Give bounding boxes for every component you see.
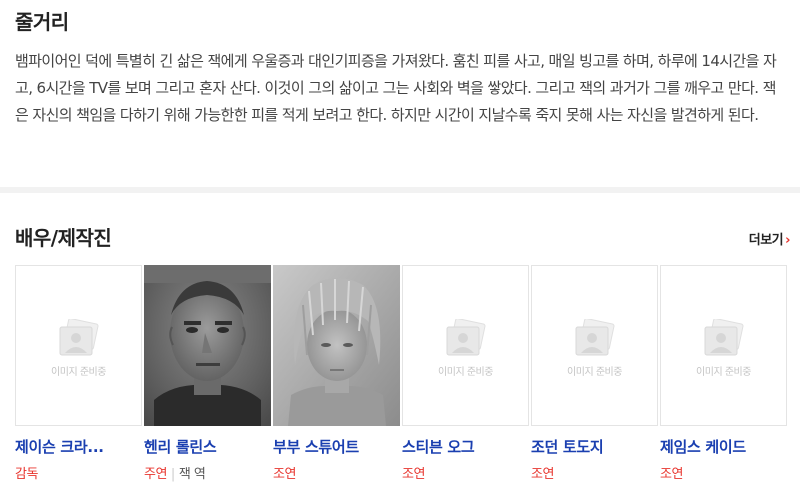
placeholder-text: 이미지 준비중 bbox=[438, 367, 493, 378]
cast-name[interactable]: 헨리 롤린스 bbox=[144, 436, 271, 457]
image-placeholder-icon bbox=[575, 319, 615, 356]
synopsis-section: 줄거리 뱀파이어인 덕에 특별히 긴 삶은 잭에게 우울증과 대인기피증을 가져… bbox=[0, 0, 800, 185]
cast-role: 조연 bbox=[660, 467, 683, 482]
cast-photo-placeholder[interactable]: 이미지 준비중 bbox=[660, 265, 787, 426]
cast-role-line: 조연 bbox=[660, 463, 787, 482]
more-button[interactable]: 더보기 › bbox=[748, 229, 791, 248]
cast-card[interactable]: 이미지 준비중 제이슨 크라... 감독 bbox=[15, 265, 142, 482]
cast-name[interactable]: 스티븐 오그 bbox=[402, 436, 529, 457]
synopsis-text: 뱀파이어인 덕에 특별히 긴 삶은 잭에게 우울증과 대인기피증을 가져왔다. … bbox=[15, 52, 777, 124]
cast-card[interactable]: 이미지 준비중 제임스 케이드 조연 bbox=[660, 265, 787, 482]
cast-list: 이미지 준비중 제이슨 크라... 감독 헨리 롤린스 주연 | 잭 역 부부 … bbox=[15, 265, 795, 490]
chevron-right-icon: › bbox=[785, 233, 790, 248]
cast-name[interactable]: 부부 스튜어트 bbox=[273, 436, 400, 457]
cast-role-line: 조연 bbox=[531, 463, 658, 482]
cast-role-line: 조연 bbox=[402, 463, 529, 482]
placeholder-text: 이미지 준비중 bbox=[567, 367, 622, 378]
cast-role: 조연 bbox=[402, 467, 425, 482]
image-placeholder-icon bbox=[59, 319, 99, 356]
cast-role: 주연 bbox=[144, 467, 167, 482]
cast-title: 배우/제작진 bbox=[15, 226, 112, 250]
cast-role: 감독 bbox=[15, 467, 38, 482]
role-separator: | bbox=[170, 467, 175, 482]
image-placeholder-icon bbox=[446, 319, 486, 356]
cast-name[interactable]: 제이슨 크라... bbox=[15, 436, 142, 457]
cast-card[interactable]: 이미지 준비중 조던 토도지 조연 bbox=[531, 265, 658, 482]
cast-role: 조연 bbox=[273, 467, 296, 482]
cast-photo-placeholder[interactable]: 이미지 준비중 bbox=[402, 265, 529, 426]
portrait-child-image bbox=[273, 265, 400, 426]
more-label: 더보기 bbox=[748, 233, 784, 248]
cast-role: 조연 bbox=[531, 467, 554, 482]
cast-card[interactable]: 부부 스튜어트 조연 bbox=[273, 265, 400, 482]
placeholder-text: 이미지 준비중 bbox=[51, 367, 106, 378]
cast-card[interactable]: 이미지 준비중 스티븐 오그 조연 bbox=[402, 265, 529, 482]
placeholder-text: 이미지 준비중 bbox=[696, 367, 751, 378]
cast-role-line: 조연 bbox=[273, 463, 400, 482]
cast-photo-placeholder[interactable]: 이미지 준비중 bbox=[531, 265, 658, 426]
synopsis-title: 줄거리 bbox=[15, 10, 69, 34]
cast-role-line: 감독 bbox=[15, 463, 142, 482]
image-placeholder-icon bbox=[704, 319, 744, 356]
cast-photo[interactable] bbox=[144, 265, 271, 426]
cast-photo[interactable] bbox=[273, 265, 400, 426]
cast-character: 잭 역 bbox=[178, 467, 206, 482]
cast-photo-placeholder[interactable]: 이미지 준비중 bbox=[15, 265, 142, 426]
cast-card[interactable]: 헨리 롤린스 주연 | 잭 역 bbox=[144, 265, 271, 482]
portrait-man-image bbox=[144, 265, 271, 426]
cast-name[interactable]: 조던 토도지 bbox=[531, 436, 658, 457]
cast-header: 배우/제작진 더보기 › bbox=[15, 218, 790, 252]
section-divider bbox=[0, 187, 800, 193]
cast-role-line: 주연 | 잭 역 bbox=[144, 463, 271, 482]
cast-name[interactable]: 제임스 케이드 bbox=[660, 436, 787, 457]
